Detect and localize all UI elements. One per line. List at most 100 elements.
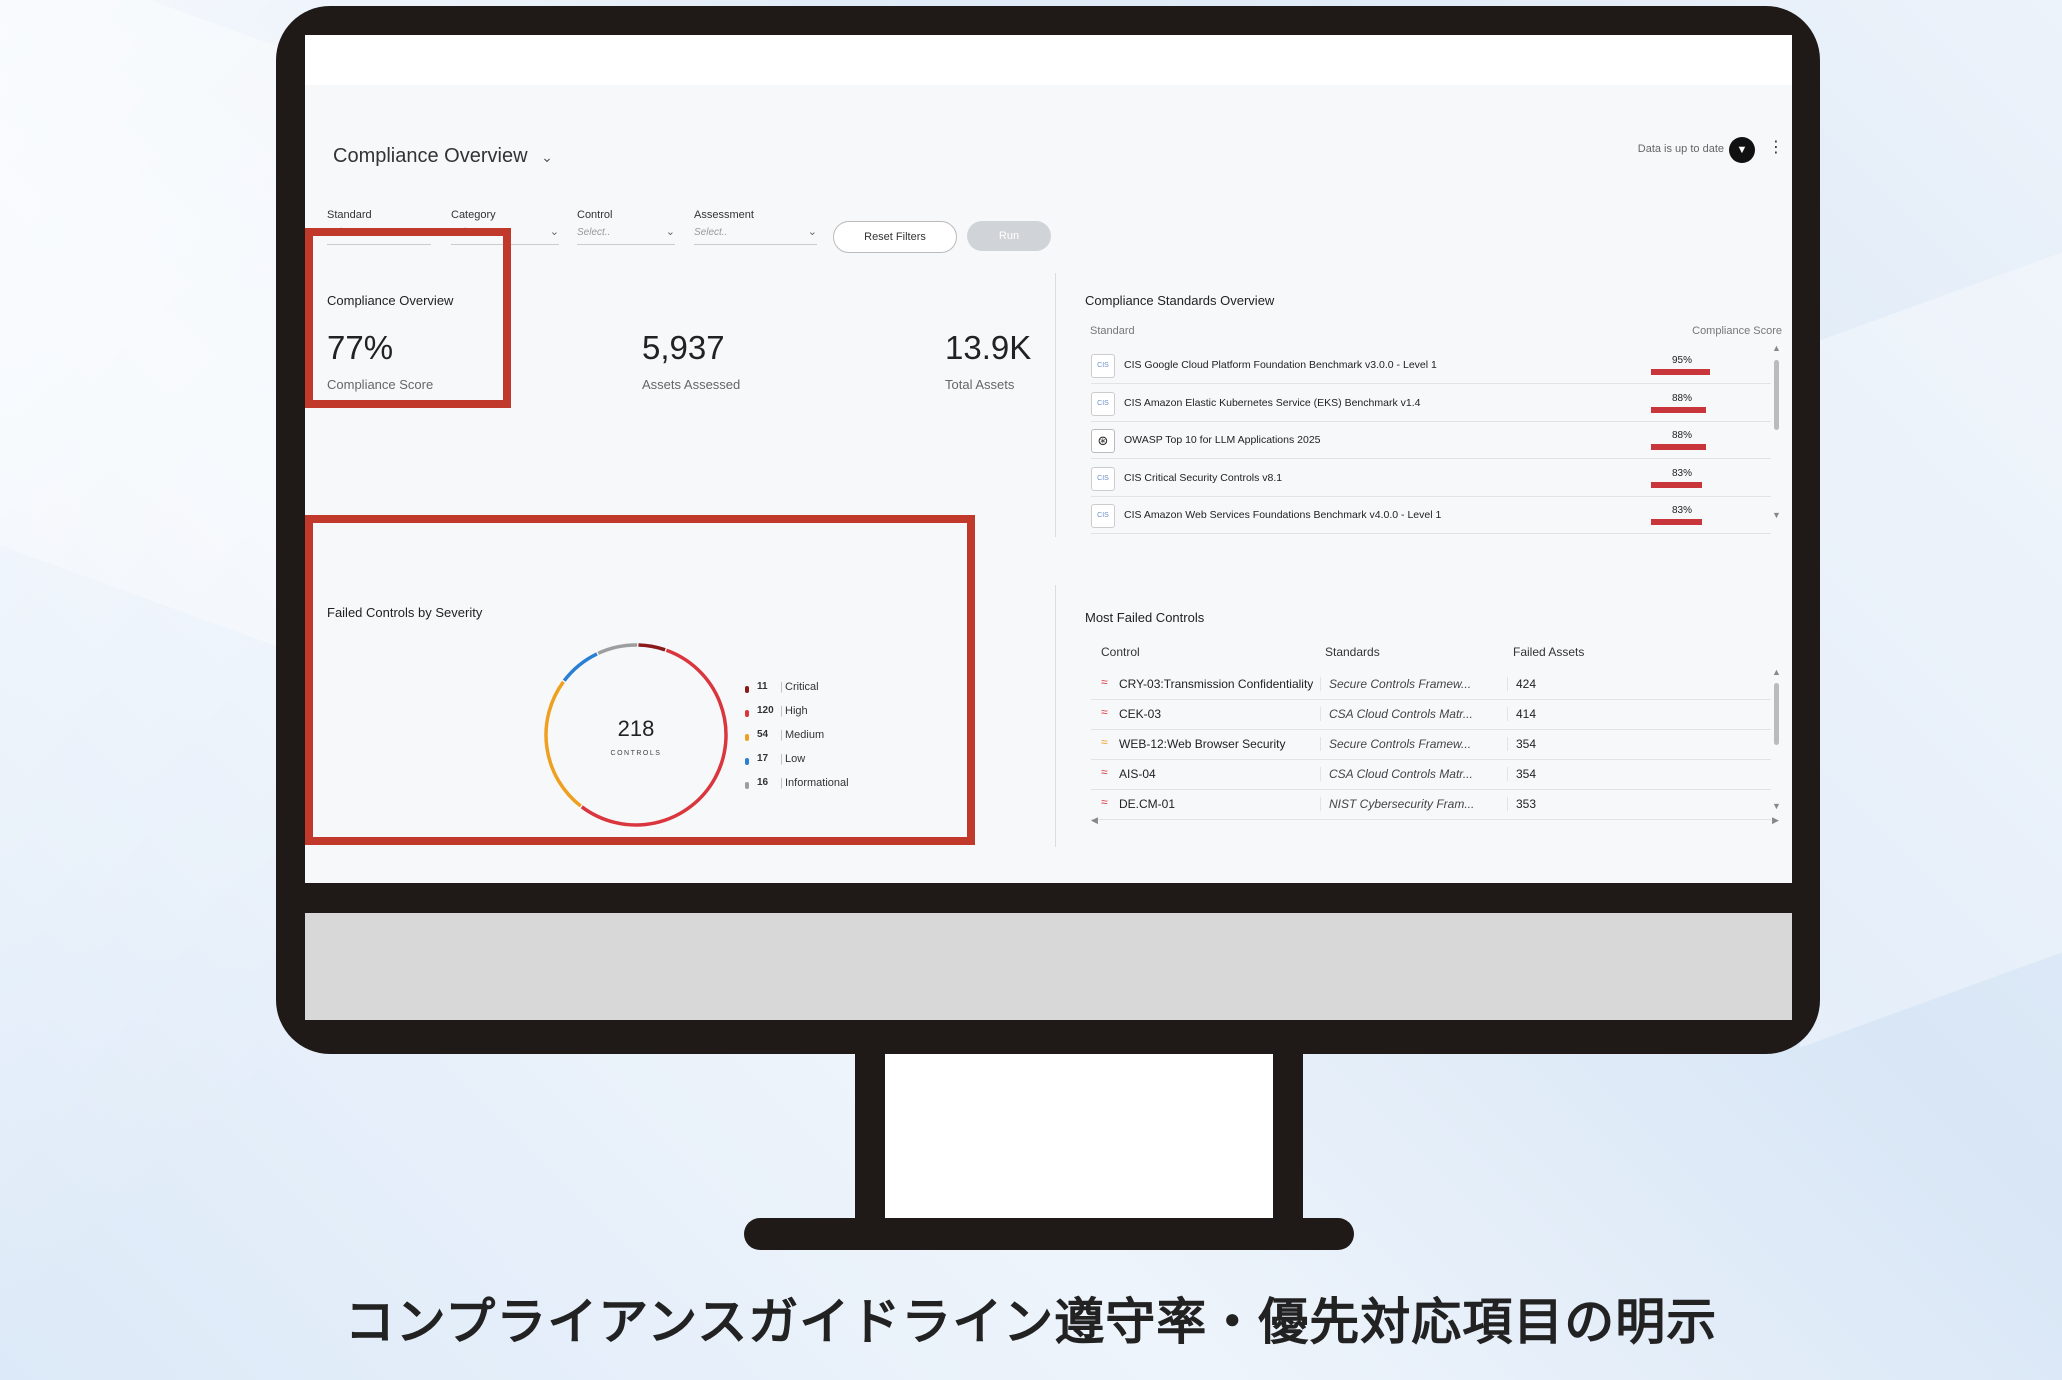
background-shape <box>1800 252 2062 1048</box>
severity-chevron-icon: ≈ <box>1101 705 1108 719</box>
column-header-control[interactable]: Control <box>1101 645 1140 659</box>
filter-select[interactable]: Select.. ⌄ <box>577 226 675 245</box>
chevron-down-icon: ⌄ <box>665 226 675 238</box>
control-row[interactable]: ≈ CRY-03:Transmission Confidentiality Secu… <box>1091 669 1771 700</box>
score-bar <box>1651 481 1703 488</box>
kpi-value: 13.9K <box>945 329 1032 366</box>
standard-row[interactable]: CIS CIS Amazon Elastic Kubernetes Service… <box>1091 387 1771 422</box>
page-title: Compliance Overview <box>333 145 528 167</box>
column-header-standards[interactable]: Standards <box>1325 645 1380 659</box>
monitor-screen: Compliance Overview ⌄ Data is up to date… <box>305 35 1792 883</box>
standard-row[interactable]: ⊛ OWASP Top 10 for LLM Applications 2025 8… <box>1091 424 1771 459</box>
caption-text: コンプライアンスガイドライン遵守率・優先対応項目の明示 <box>344 1293 1718 1351</box>
standard-name: CIS Critical Security Controls v8.1 <box>1124 471 1283 484</box>
kpi-label: Total Assets <box>945 377 1015 392</box>
control-standard: CSA Cloud Controls Matr... <box>1320 707 1499 721</box>
standard-row[interactable]: CIS CIS Google Cloud Platform Foundation … <box>1091 349 1771 384</box>
scroll-down-icon[interactable]: ▼ <box>1772 801 1781 811</box>
score-bar <box>1651 519 1703 525</box>
column-header-failed-assets[interactable]: Failed Assets <box>1513 645 1584 659</box>
standard-row[interactable]: CIS CIS Critical Security Controls v8.1 83… <box>1091 462 1771 497</box>
filter-placeholder: Select.. <box>694 227 728 238</box>
standards-overview-title: Compliance Standards Overview <box>1085 293 1275 308</box>
chevron-down-icon: ⌄ <box>541 149 553 165</box>
severity-chevron-icon: ≈ <box>1101 765 1108 779</box>
scrollbar[interactable] <box>1774 360 1779 430</box>
standard-score: 95% <box>1671 355 1692 366</box>
score-bar <box>1651 369 1710 375</box>
score-bar <box>1651 406 1706 413</box>
control-standard: Secure Controls Framew... <box>1320 737 1499 751</box>
most-failed-title: Most Failed Controls <box>1085 610 1205 625</box>
scroll-down-icon[interactable]: ▼ <box>1772 510 1781 520</box>
severity-chevron-icon: ≈ <box>1101 795 1108 809</box>
kpi-label: Assets Assessed <box>642 377 741 392</box>
filter-label: Standard <box>327 209 372 221</box>
control-standard: CSA Cloud Controls Matr... <box>1320 767 1499 781</box>
filter-label: Control <box>577 209 613 221</box>
owasp-logo-icon: ⊛ <box>1091 429 1115 453</box>
control-row[interactable]: ≈ AIS-04 CSA Cloud Controls Matr... 354 <box>1091 759 1771 790</box>
monitor-chin <box>305 913 1792 1020</box>
severity-chevron-icon: ≈ <box>1101 675 1108 689</box>
divider <box>1055 585 1056 847</box>
control-name[interactable]: CRY-03:Transmission Confidentiality <box>1119 677 1313 691</box>
chevron-down-icon: ⌄ <box>549 226 559 238</box>
failed-assets-count: 414 <box>1507 707 1536 721</box>
divider <box>1055 273 1056 537</box>
control-row[interactable]: ≈ DE.CM-01 NIST Cybersecurity Fram... 353 <box>1091 789 1771 820</box>
control-standard: NIST Cybersecurity Fram... <box>1320 797 1499 811</box>
scroll-left-icon[interactable]: ◀ <box>1091 815 1098 826</box>
failed-assets-count: 354 <box>1507 737 1536 751</box>
severity-chevron-icon: ≈ <box>1101 735 1108 749</box>
filter-icon[interactable]: ▼ <box>1729 137 1755 163</box>
cis-logo-icon: CIS <box>1091 354 1115 378</box>
more-options-icon[interactable]: ⋮ <box>1768 137 1784 157</box>
scrollbar[interactable] <box>1774 683 1779 745</box>
standard-name: CIS Amazon Elastic Kubernetes Service (E… <box>1124 396 1421 409</box>
filter-label: Assessment <box>694 209 754 221</box>
chevron-down-icon: ⌄ <box>807 226 817 238</box>
standard-row[interactable]: CIS CIS Amazon Web Services Foundations B… <box>1091 499 1771 534</box>
standard-score: 88% <box>1671 430 1692 441</box>
column-header-standard: Standard <box>1090 325 1135 337</box>
filter-select[interactable]: Select.. ⌄ <box>694 226 817 245</box>
control-row[interactable]: ≈ CEK-03 CSA Cloud Controls Matr... 414 <box>1091 699 1771 730</box>
standard-score: 83% <box>1671 505 1692 516</box>
failed-assets-count: 354 <box>1507 767 1536 781</box>
score-bar <box>1651 444 1706 450</box>
control-name[interactable]: DE.CM-01 <box>1119 797 1175 811</box>
scroll-right-icon[interactable]: ▶ <box>1772 815 1779 826</box>
cis-logo-icon: CIS <box>1091 504 1115 528</box>
background-shape <box>0 0 300 655</box>
filter-control[interactable]: Control Select.. ⌄ <box>577 209 675 245</box>
column-header-score: Compliance Score <box>1692 325 1782 337</box>
page-title-dropdown[interactable]: Compliance Overview ⌄ <box>333 145 553 168</box>
failed-assets-count: 424 <box>1507 677 1536 691</box>
assets-assessed-kpi: 5,937 Assets Assessed <box>642 329 740 392</box>
cis-logo-icon: CIS <box>1091 466 1115 491</box>
standard-score: 88% <box>1671 392 1692 404</box>
control-standard: Secure Controls Framew... <box>1320 677 1499 691</box>
standard-name: CIS Google Cloud Platform Foundation Ben… <box>1124 359 1437 371</box>
cis-logo-icon: CIS <box>1091 391 1115 416</box>
control-name[interactable]: AIS-04 <box>1119 767 1156 781</box>
control-name[interactable]: WEB-12:Web Browser Security <box>1119 737 1286 751</box>
total-assets-kpi: 13.9K Total Assets <box>945 329 1031 392</box>
kpi-value: 5,937 <box>642 329 725 366</box>
filter-placeholder: Select.. <box>577 227 611 238</box>
monitor-stand-neck <box>855 1054 1303 1222</box>
control-name[interactable]: CEK-03 <box>1119 707 1161 721</box>
scroll-up-icon[interactable]: ▲ <box>1772 667 1781 677</box>
filter-assessment[interactable]: Assessment Select.. ⌄ <box>694 209 817 245</box>
control-row[interactable]: ≈ WEB-12:Web Browser Security Secure Contr… <box>1091 729 1771 760</box>
reset-filters-button[interactable]: Reset Filters <box>833 221 957 253</box>
scroll-up-icon[interactable]: ▲ <box>1772 343 1781 353</box>
monitor-stand-base <box>744 1218 1354 1250</box>
run-button[interactable]: Run <box>967 221 1051 251</box>
data-status-text: Data is up to date <box>1637 143 1724 155</box>
failed-assets-count: 353 <box>1507 797 1536 811</box>
highlight-box <box>305 228 511 408</box>
filter-label: Category <box>451 209 496 221</box>
highlight-box <box>305 515 975 845</box>
